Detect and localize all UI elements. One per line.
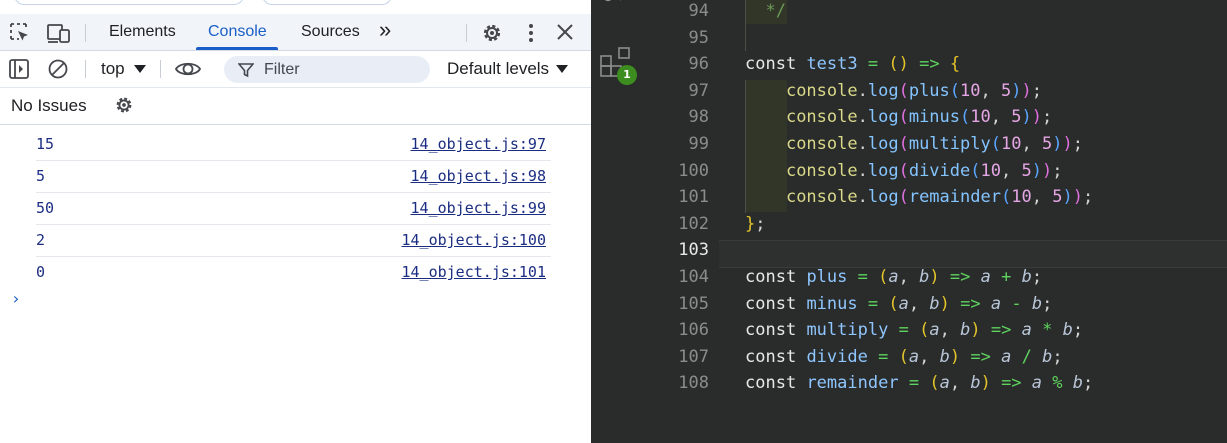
line-number: 108 xyxy=(678,373,709,394)
code-line: 97 console.log(plus(10, 5)); xyxy=(591,78,1227,105)
address-pill-left xyxy=(14,0,244,5)
code-line: 102 }; xyxy=(591,211,1227,238)
line-number: 106 xyxy=(678,320,709,341)
console-prompt[interactable]: › xyxy=(11,289,21,308)
console-log-row: 2 14_object.js:100 xyxy=(36,224,551,257)
log-source-link[interactable]: 14_object.js:100 xyxy=(402,224,547,256)
code-line: 101 console.log(remainder(10, 5)); xyxy=(591,184,1227,211)
clear-console-icon[interactable] xyxy=(47,58,69,80)
line-number: 101 xyxy=(678,187,709,208)
line-number: 94 xyxy=(688,1,709,21)
line-number: 103 xyxy=(678,240,709,261)
code-line: 94 */ xyxy=(591,0,1227,25)
code-line: 107 const divide = (a, b) => a / b; xyxy=(591,344,1227,371)
log-source-link[interactable]: 14_object.js:98 xyxy=(411,160,546,192)
address-pill-right xyxy=(262,0,392,5)
close-icon[interactable] xyxy=(556,23,574,41)
browser-top-edge xyxy=(0,0,591,6)
more-tabs-button[interactable]: » xyxy=(379,12,391,48)
console-log-row: 5 14_object.js:98 xyxy=(36,160,551,193)
code-line: 100 console.log(divide(10, 5)); xyxy=(591,158,1227,185)
toolbar-separator xyxy=(85,60,86,78)
line-number: 105 xyxy=(678,293,709,314)
log-value: 50 xyxy=(36,199,55,217)
console-log-row: 0 14_object.js:101 xyxy=(36,256,551,288)
code-text[interactable]: const remainder = (a, b) => a % b; xyxy=(745,370,1093,397)
console-settings-gear-icon[interactable] xyxy=(113,94,135,116)
code-editor: 1 94 */ 95 96 const test3 = () => { 97 c… xyxy=(591,0,1227,443)
levels-dropdown-chevron-icon[interactable] xyxy=(556,65,568,73)
code-text[interactable]: console.log(multiply(10, 5)); xyxy=(745,131,1083,158)
code-line: 99 console.log(multiply(10, 5)); xyxy=(591,131,1227,158)
issues-bar: No Issues xyxy=(0,88,591,125)
code-line: 108 const remainder = (a, b) => a % b; xyxy=(591,370,1227,397)
code-line: 96 const test3 = () => { xyxy=(591,51,1227,78)
code-line: 104 const plus = (a, b) => a + b; xyxy=(591,264,1227,291)
log-source-link[interactable]: 14_object.js:99 xyxy=(411,192,546,224)
line-number: 100 xyxy=(678,160,709,181)
log-value: 0 xyxy=(36,263,46,281)
line-number: 97 xyxy=(688,80,709,101)
log-levels-select[interactable]: Default levels xyxy=(447,51,549,87)
code-text[interactable]: const multiply = (a, b) => a * b; xyxy=(745,317,1083,344)
context-dropdown-chevron-icon[interactable] xyxy=(134,65,146,73)
console-log-row: 15 14_object.js:97 xyxy=(36,128,551,161)
code-text[interactable]: console.log(divide(10, 5)); xyxy=(745,158,1063,185)
code-line: 106 const multiply = (a, b) => a * b; xyxy=(591,317,1227,344)
line-number: 99 xyxy=(688,134,709,154)
code-text[interactable]: console.log(plus(10, 5)); xyxy=(745,78,1042,105)
devtools-panel: Elements Console Sources » top Filter De… xyxy=(0,0,591,443)
code-text[interactable]: console.log(minus(10, 5)); xyxy=(745,104,1052,131)
sidebar-toggle-icon[interactable] xyxy=(8,58,30,80)
toolbar-separator xyxy=(160,60,161,78)
log-value: 5 xyxy=(36,167,46,185)
filter-placeholder: Filter xyxy=(264,61,300,78)
tab-separator xyxy=(466,24,467,42)
filter-funnel-icon xyxy=(238,63,254,78)
line-number: 95 xyxy=(688,27,709,48)
log-value: 2 xyxy=(36,231,46,249)
code-line: 98 console.log(minus(10, 5)); xyxy=(591,104,1227,131)
line-number: 102 xyxy=(678,213,709,234)
tab-sources[interactable]: Sources xyxy=(301,14,360,50)
live-expression-eye-icon[interactable] xyxy=(174,58,202,80)
log-value: 15 xyxy=(36,135,55,153)
code-line: 105 const minus = (a, b) => a - b; xyxy=(591,291,1227,318)
line-number: 98 xyxy=(688,107,709,128)
devtools-tab-bar: Elements Console Sources » xyxy=(0,14,591,51)
tab-separator xyxy=(85,24,86,42)
code-text[interactable]: const divide = (a, b) => a / b; xyxy=(745,344,1063,371)
code-text[interactable]: }; xyxy=(745,211,766,238)
inspect-element-icon[interactable] xyxy=(9,22,31,44)
tab-console[interactable]: Console xyxy=(208,14,267,50)
code-text[interactable]: const minus = (a, b) => a - b; xyxy=(745,291,1052,318)
code-text[interactable]: const plus = (a, b) => a + b; xyxy=(745,264,1042,291)
context-select[interactable]: top xyxy=(101,51,125,87)
issues-label[interactable]: No Issues xyxy=(11,88,87,124)
code-text[interactable]: */ xyxy=(745,0,785,25)
console-log-row: 50 14_object.js:99 xyxy=(36,192,551,225)
tab-elements[interactable]: Elements xyxy=(109,14,176,50)
code-line: 103 xyxy=(591,237,1227,264)
log-source-link[interactable]: 14_object.js:97 xyxy=(411,128,546,160)
line-number: 96 xyxy=(688,54,709,75)
kebab-menu-icon[interactable] xyxy=(522,22,540,44)
log-source-link[interactable]: 14_object.js:101 xyxy=(402,256,547,288)
line-number: 104 xyxy=(678,267,709,287)
code-text[interactable]: const test3 = () => { xyxy=(745,51,960,78)
settings-gear-icon[interactable] xyxy=(480,21,504,45)
console-toolbar: top Filter Default levels xyxy=(0,51,591,88)
filter-input[interactable]: Filter xyxy=(224,56,430,83)
code-text[interactable]: console.log(remainder(10, 5)); xyxy=(745,184,1093,211)
active-tab-indicator xyxy=(196,47,278,50)
line-number: 107 xyxy=(678,346,709,367)
code-line: 95 xyxy=(591,25,1227,52)
device-toolbar-icon[interactable] xyxy=(46,22,72,44)
